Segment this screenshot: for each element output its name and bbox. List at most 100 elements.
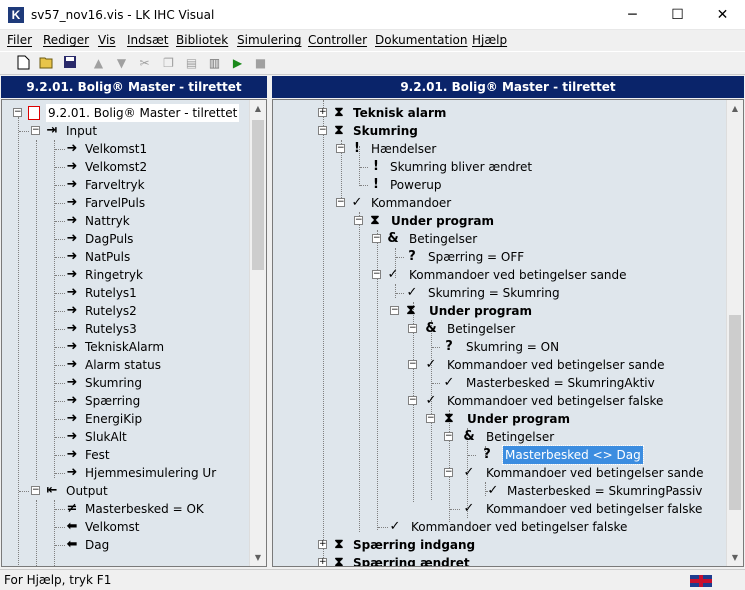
tree-condition-selected[interactable]: ? Masterbesked <> Dag xyxy=(273,445,723,465)
tree-betingelser[interactable]: − & Betingelser xyxy=(273,320,723,338)
input-item[interactable]: ➜ Velkomst2 xyxy=(2,158,252,176)
tree-spaerring-indgang[interactable]: + ⧗ Spærring indgang xyxy=(273,536,723,554)
title-bar: K sv57_nov16.vis - LK IHC Visual ─ ☐ ✕ xyxy=(0,0,745,30)
hourglass-icon: ⧗ xyxy=(334,123,344,138)
input-item[interactable]: ➜ FarvelPuls xyxy=(2,194,252,212)
menu-filer[interactable]: Filer xyxy=(7,33,32,47)
left-panel-title: 9.2.01. Bolig® Master - tilrettet xyxy=(1,76,267,98)
tree-command[interactable]: ✓ Skumring = Skumring xyxy=(273,284,723,302)
app-logo-icon: K xyxy=(8,7,24,23)
right-scrollbar[interactable]: ▲ ▼ xyxy=(726,100,743,566)
input-item[interactable]: ➜ SlukAlt xyxy=(2,428,252,446)
input-item[interactable]: ➜ Fest xyxy=(2,446,252,464)
input-item[interactable]: ➜ Rutelys3 xyxy=(2,320,252,338)
left-scrollbar[interactable]: ▲ ▼ xyxy=(249,100,266,566)
maximize-button[interactable]: ☐ xyxy=(655,0,700,30)
input-item[interactable]: ➜ Skumring xyxy=(2,374,252,392)
menu-dokumentation[interactable]: Dokumentation xyxy=(375,33,468,47)
cut-icon[interactable]: ✂ xyxy=(136,55,153,72)
menu-indsaet[interactable]: Indsæt xyxy=(127,33,169,47)
tree-haendelser[interactable]: − ! Hændelser xyxy=(273,140,723,158)
tree-betingelser[interactable]: − & Betingelser xyxy=(273,428,723,446)
input-item[interactable]: ➜ Hjemmesimulering Ur xyxy=(2,464,252,482)
menu-vis[interactable]: Vis xyxy=(98,33,116,47)
tree-kommandoer-falske[interactable]: ✓ Kommandoer ved betingelser falske xyxy=(273,518,723,536)
tree-output[interactable]: − ⇤ Output xyxy=(2,482,252,500)
arrow-left-icon: ⬅ xyxy=(66,519,78,534)
input-item[interactable]: ➜ Rutelys1 xyxy=(2,284,252,302)
input-item[interactable]: ➜ Farveltryk xyxy=(2,176,252,194)
output-item[interactable]: ≠ Masterbesked = OK xyxy=(2,500,252,518)
menu-simulering[interactable]: Simulering xyxy=(237,33,301,47)
tree-betingelser[interactable]: − & Betingelser xyxy=(273,230,723,248)
scroll-down-icon[interactable]: ▼ xyxy=(250,549,266,566)
tree-under-program[interactable]: − ⧗ Under program xyxy=(273,410,723,428)
paste-icon-2[interactable]: ▥ xyxy=(206,55,223,72)
tree-event[interactable]: ! Skumring bliver ændret xyxy=(273,158,723,176)
tree-under-program[interactable]: − ⧗ Under program xyxy=(273,212,723,230)
input-item[interactable]: ➜ EnergiKip xyxy=(2,410,252,428)
copy-icon[interactable]: ❐ xyxy=(160,55,177,72)
tree-kommandoer-sande[interactable]: − ✓ Kommandoer ved betingelser sande xyxy=(273,356,723,374)
scroll-up-icon[interactable]: ▲ xyxy=(250,100,266,117)
left-tree-pane[interactable]: − 9.2.01. Bolig® Master - tilrettet − ⇥ … xyxy=(1,99,267,567)
input-item[interactable]: ➜ Rutelys2 xyxy=(2,302,252,320)
document-icon xyxy=(26,104,42,122)
tree-under-program[interactable]: − ⧗ Under program xyxy=(273,302,723,320)
input-item[interactable]: ➜ NatPuls xyxy=(2,248,252,266)
input-item[interactable]: ➜ DagPuls xyxy=(2,230,252,248)
scroll-thumb[interactable] xyxy=(252,120,264,270)
tree-event[interactable]: ! Powerup xyxy=(273,176,723,194)
tree-command[interactable]: ✓ Masterbesked = SkumringPassiv xyxy=(273,482,723,500)
menu-bibliotek[interactable]: Bibliotek xyxy=(176,33,228,47)
input-item[interactable]: ➜ Velkomst1 xyxy=(2,140,252,158)
tree-skumring[interactable]: − ⧗ Skumring xyxy=(273,122,723,140)
output-item[interactable]: ⬅ Dag xyxy=(2,536,252,554)
tree-teknisk-alarm[interactable]: + ⧗ Teknisk alarm xyxy=(273,104,723,122)
arrow-right-icon: ➜ xyxy=(66,141,78,156)
download-icon[interactable]: ▼ xyxy=(113,55,130,72)
input-item[interactable]: ➜ TekniskAlarm xyxy=(2,338,252,356)
tree-kommandoer[interactable]: − ✓ Kommandoer xyxy=(273,194,723,212)
menu-controller[interactable]: Controller xyxy=(308,33,367,47)
input-item[interactable]: ➜ Nattryk xyxy=(2,212,252,230)
tree-spaerring-aendret[interactable]: + ⧗ Spærring ændret xyxy=(273,554,723,566)
ampersand-icon: & xyxy=(463,429,475,444)
tree-kommandoer-falske[interactable]: − ✓ Kommandoer ved betingelser falske xyxy=(273,392,723,410)
question-icon: ? xyxy=(483,447,491,462)
upload-icon[interactable]: ▲ xyxy=(90,55,107,72)
scroll-down-icon[interactable]: ▼ xyxy=(727,549,743,566)
checkmark-icon: ✓ xyxy=(389,519,401,534)
menu-hjaelp[interactable]: Hjælp xyxy=(472,33,507,47)
scroll-up-icon[interactable]: ▲ xyxy=(727,100,743,117)
tree-condition[interactable]: ? Spærring = OFF xyxy=(273,248,723,266)
close-button[interactable]: ✕ xyxy=(700,0,745,30)
tree-root[interactable]: − 9.2.01. Bolig® Master - tilrettet xyxy=(2,104,252,122)
tree-kommandoer-sande[interactable]: − ✓ Kommandoer ved betingelser sande xyxy=(273,266,723,284)
open-folder-icon[interactable] xyxy=(38,55,55,72)
checkmark-icon: ✓ xyxy=(425,393,437,408)
input-item[interactable]: ➜ Alarm status xyxy=(2,356,252,374)
tree-command[interactable]: ✓ Masterbesked = SkumringAktiv xyxy=(273,374,723,392)
new-file-icon[interactable] xyxy=(15,55,32,72)
output-item[interactable]: ⬅ Velkomst xyxy=(2,518,252,536)
arrow-right-icon: ➜ xyxy=(66,393,78,408)
tree-kommandoer-falske[interactable]: ✓ Kommandoer ved betingelser falske xyxy=(273,500,723,518)
tree-kommandoer-sande[interactable]: − ✓ Kommandoer ved betingelser sande xyxy=(273,464,723,482)
input-item[interactable]: ➜ Spærring xyxy=(2,392,252,410)
arrow-right-icon: ➜ xyxy=(66,303,78,318)
run-icon[interactable]: ▶ xyxy=(229,55,246,72)
arrow-right-icon: ➜ xyxy=(66,321,78,336)
scroll-thumb[interactable] xyxy=(729,315,741,510)
input-item[interactable]: ➜ Ringetryk xyxy=(2,266,252,284)
tree-condition[interactable]: ? Skumring = ON xyxy=(273,338,723,356)
menu-rediger[interactable]: Rediger xyxy=(43,33,89,47)
save-icon[interactable] xyxy=(61,55,78,72)
paste-icon[interactable]: ▤ xyxy=(183,55,200,72)
exclamation-icon: ! xyxy=(373,159,379,174)
minimize-button[interactable]: ─ xyxy=(610,0,655,30)
stop-icon[interactable]: ■ xyxy=(252,55,269,72)
right-tree-pane[interactable]: + ⧗ Teknisk alarm − ⧗ Skumring − ! Hænde… xyxy=(272,99,744,567)
window-title: sv57_nov16.vis - LK IHC Visual xyxy=(31,8,215,22)
tree-input[interactable]: − ⇥ Input xyxy=(2,122,252,140)
